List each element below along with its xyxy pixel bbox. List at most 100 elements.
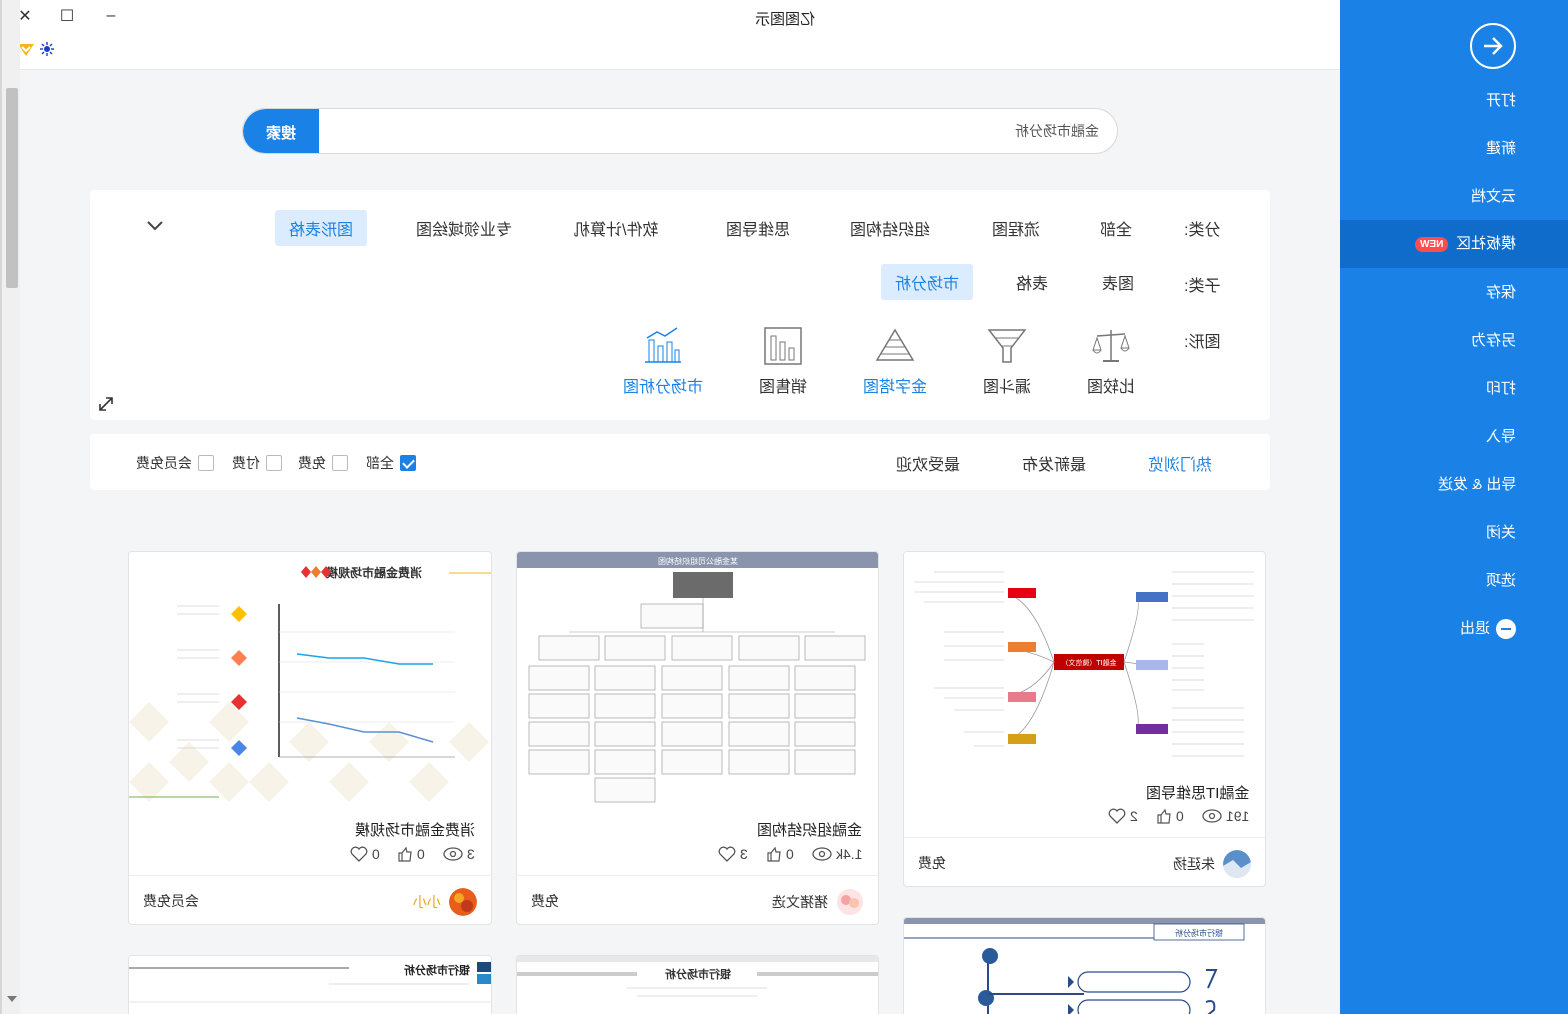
sort-latest[interactable]: 最新发布 (1022, 451, 1086, 475)
scrollbar-thumb[interactable] (6, 88, 18, 288)
template-thumbnail: 银行市场分析 (517, 956, 878, 1014)
funnel-icon (987, 329, 1027, 363)
filter-all-checkbox[interactable]: 全部 (366, 453, 416, 473)
shape-pyramid[interactable]: 金字塔图 (850, 326, 940, 397)
sort-popular[interactable]: 热门浏览 (1148, 451, 1212, 475)
maximize-icon: ☐ (59, 8, 75, 25)
template-thumbnail: 银行市场分析 (129, 956, 491, 1014)
search-input[interactable]: 金融市场分析 (329, 109, 1099, 153)
category-all[interactable]: 全部 (1086, 210, 1146, 246)
checkbox-icon (266, 455, 282, 471)
eye-icon (1201, 809, 1222, 823)
template-card[interactable]: 银行市场分析 (128, 955, 492, 1014)
template-card[interactable]: 银行市场分析 (903, 917, 1266, 1014)
checkbox-icon (198, 455, 214, 471)
price-label: 免费 (918, 855, 946, 871)
template-card[interactable]: 消费金融市场规模 消费金融市场规模 0 0 3 小小 会员免费 (128, 551, 492, 925)
author[interactable]: 小小 (413, 888, 477, 916)
sidebar-item-print[interactable]: 打印 (1340, 365, 1568, 413)
card-stats: 0 0 3 (350, 846, 475, 862)
category-graphics-tables[interactable]: 图形表格 (275, 210, 368, 246)
balance-scale-icon (1092, 330, 1130, 362)
category-flowchart[interactable]: 流程图 (978, 210, 1054, 246)
sidebar-item-new[interactable]: 新建 (1340, 125, 1568, 173)
likes-count: 0 (766, 846, 794, 862)
heart-icon (350, 846, 368, 862)
shape-comparison[interactable]: 比较图 (1066, 326, 1156, 397)
sidebar-item-save[interactable]: 保存 (1340, 269, 1568, 317)
template-thumbnail: 金融IT（微信文） (904, 552, 1265, 772)
minimize-window-button[interactable]: – (100, 6, 122, 26)
card-footer: 小小 会员免费 (129, 875, 491, 924)
back-arrow-icon[interactable] (1470, 23, 1516, 69)
subcategory-market-analysis[interactable]: 市场分析 (881, 264, 974, 300)
category-software[interactable]: 软件/计算机 (560, 210, 672, 246)
minimize-icon: – (106, 7, 116, 24)
filter-member-free-checkbox[interactable]: 会员免费 (136, 453, 214, 473)
sidebar-item-template-community[interactable]: NEW 模板社区 (1340, 220, 1568, 268)
sidebar-item-import[interactable]: 导入 (1340, 413, 1568, 461)
scrollbar[interactable] (0, 0, 20, 1014)
eye-icon (811, 847, 832, 861)
price-label: 会员免费 (143, 893, 199, 909)
card-stats: 3 0 1.4k (718, 846, 862, 862)
card-title: 金融IT思维导图 (1145, 785, 1249, 802)
category-professional[interactable]: 专业领域绘图 (402, 210, 526, 246)
filter-free-checkbox[interactable]: 免费 (298, 453, 348, 473)
shape-market-analysis[interactable]: 市场分析图 (618, 326, 708, 397)
template-thumbnail: 消费金融市场规模 (129, 552, 491, 808)
views-count: 191 (1201, 808, 1249, 824)
sidebar-item-close[interactable]: 关闭 (1340, 509, 1568, 557)
search-bar: 搜索 金融市场分析 (242, 108, 1118, 154)
avatar (1223, 850, 1251, 878)
thumbs-up-icon (767, 846, 781, 862)
chevron-down-icon[interactable] (146, 216, 164, 237)
sort-most-liked[interactable]: 最受欢迎 (896, 451, 960, 475)
card-stats: 2 0 191 (1108, 808, 1249, 824)
views-count: 1.4k (811, 846, 862, 862)
sidebar-item-open[interactable]: 打开 (1340, 77, 1568, 125)
svg-text:银行市场分析: 银行市场分析 (1175, 928, 1223, 938)
sidebar-item-cloud-docs[interactable]: 云文档 (1340, 173, 1568, 221)
subcategory-charts[interactable]: 图表 (1088, 264, 1148, 300)
price-label: 免费 (531, 893, 559, 909)
theme-sun-icon[interactable] (40, 42, 54, 56)
maximize-window-button[interactable]: ☐ (56, 6, 78, 26)
sidebar-item-save-as[interactable]: 另存为 (1340, 317, 1568, 365)
category-label: 分类: (1183, 222, 1220, 239)
shape-funnel[interactable]: 漏斗图 (962, 326, 1052, 397)
card-footer: 朱廷扬 免费 (904, 837, 1265, 886)
window-title: 亿图图示 (754, 11, 815, 28)
sidebar-item-exit[interactable]: 退出 (1340, 605, 1568, 653)
sidebar-item-options[interactable]: 选项 (1340, 557, 1568, 605)
template-thumbnail: 银行市场分析 (904, 918, 1265, 1014)
template-card[interactable]: 银行市场分析 (516, 955, 879, 1014)
category-org-chart[interactable]: 组织结构图 (836, 210, 944, 246)
checkbox-icon (332, 455, 348, 471)
card-footer: 猪猪文选 免费 (517, 875, 878, 924)
search-button[interactable]: 搜索 (243, 109, 319, 153)
close-icon: ✕ (18, 8, 32, 25)
author[interactable]: 猪猪文选 (772, 888, 864, 916)
shape-label: 图形: (1183, 334, 1220, 351)
heart-icon (718, 846, 736, 862)
scroll-down-arrow-icon[interactable] (7, 996, 17, 1002)
market-analysis-icon (645, 327, 681, 363)
favorites-count: 2 (1108, 808, 1138, 824)
filter-panel: 分类: 全部 流程图 组织结构图 思维导图 软件/计算机 专业领域绘图 图形表格… (90, 190, 1270, 420)
expand-arrows-icon[interactable] (96, 394, 116, 419)
subcategory-label: 子类: (1183, 278, 1220, 295)
shape-sales[interactable]: 销售图 (738, 326, 828, 397)
template-card[interactable]: 某金融公司组织结构图 金融组织结构图 3 0 1.4k 猪猪文选 免费 (516, 551, 879, 925)
favorites-count: 3 (718, 846, 748, 862)
svg-text:某金融公司组织结构图: 某金融公司组织结构图 (658, 556, 738, 566)
category-mind-map[interactable]: 思维导图 (712, 210, 804, 246)
subcategory-tables[interactable]: 表格 (1002, 264, 1062, 300)
template-card[interactable]: 金融IT（微信文） 金融IT思维导图 2 0 191 朱廷扬 免费 (903, 551, 1266, 887)
file-menu-sidebar: 打开 新建 云文档 NEW 模板社区 保存 另存为 打印 导入 导出 & 发送 关… (1340, 0, 1568, 1014)
card-title: 消费金融市场规模 (354, 822, 475, 839)
filter-paid-checkbox[interactable]: 付费 (232, 453, 282, 473)
template-thumbnail: 某金融公司组织结构图 (517, 552, 878, 808)
sidebar-item-export-send[interactable]: 导出 & 发送 (1340, 461, 1568, 509)
author[interactable]: 朱廷扬 (1173, 850, 1251, 878)
